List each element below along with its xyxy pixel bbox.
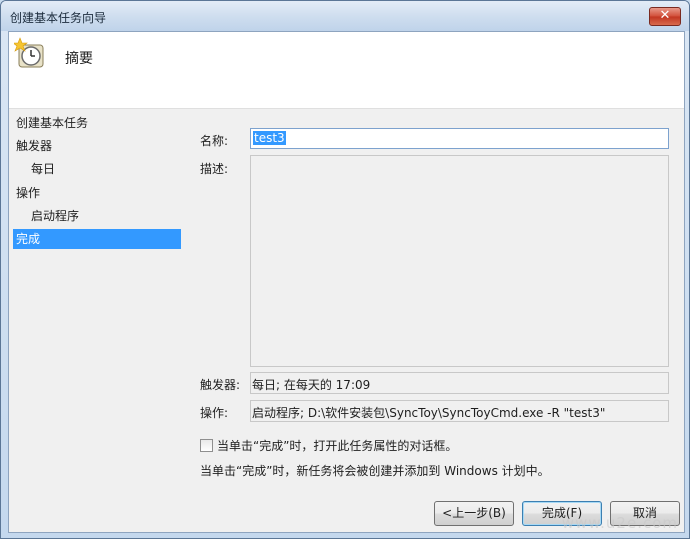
trigger-label: 触发器: [200, 378, 241, 392]
info-text: 当单击“完成”时，新任务将会被创建并添加到 Windows 计划中。 [200, 464, 550, 478]
description-field[interactable] [250, 155, 669, 367]
open-properties-label[interactable]: 当单击“完成”时，打开此任务属性的对话框。 [217, 437, 457, 454]
clock-wizard-icon [14, 37, 44, 68]
wizard-window: 创建基本任务向导 ✕ 摘要 创建基本任务 触发器 每日 操作 启动程序 完成 名… [0, 0, 690, 539]
nav-item-create-basic-task: 创建基本任务 [16, 116, 89, 130]
name-field-value: test3 [253, 131, 286, 145]
watermark: www.u2e.com [561, 514, 678, 532]
description-label: 描述: [200, 162, 229, 176]
title-bar[interactable]: 创建基本任务向导 ✕ [1, 1, 689, 31]
close-button[interactable]: ✕ [649, 7, 681, 26]
action-value: 启动程序; D:\软件安装包\SyncToy\SyncToyCmd.exe -R… [250, 400, 669, 422]
wizard-client-area: 摘要 创建基本任务 触发器 每日 操作 启动程序 完成 名称: test3 描述… [8, 31, 685, 533]
name-label: 名称: [200, 134, 229, 148]
trigger-value: 每日; 在每天的 17:09 [250, 372, 669, 394]
nav-item-action: 操作 [16, 186, 41, 200]
open-properties-checkbox[interactable] [200, 439, 213, 452]
page-title: 摘要 [65, 51, 93, 67]
action-label: 操作: [200, 406, 229, 420]
nav-item-trigger: 触发器 [16, 139, 53, 153]
name-field[interactable]: test3 [250, 128, 669, 149]
nav-item-daily: 每日 [31, 162, 56, 176]
nav-item-start-program: 启动程序 [31, 209, 80, 223]
back-button[interactable]: <上一步(B) [434, 501, 514, 526]
window-title: 创建基本任务向导 [10, 11, 107, 25]
close-icon: ✕ [659, 8, 671, 23]
wizard-header: 摘要 [9, 32, 684, 109]
nav-item-finish: 完成 [13, 229, 181, 249]
